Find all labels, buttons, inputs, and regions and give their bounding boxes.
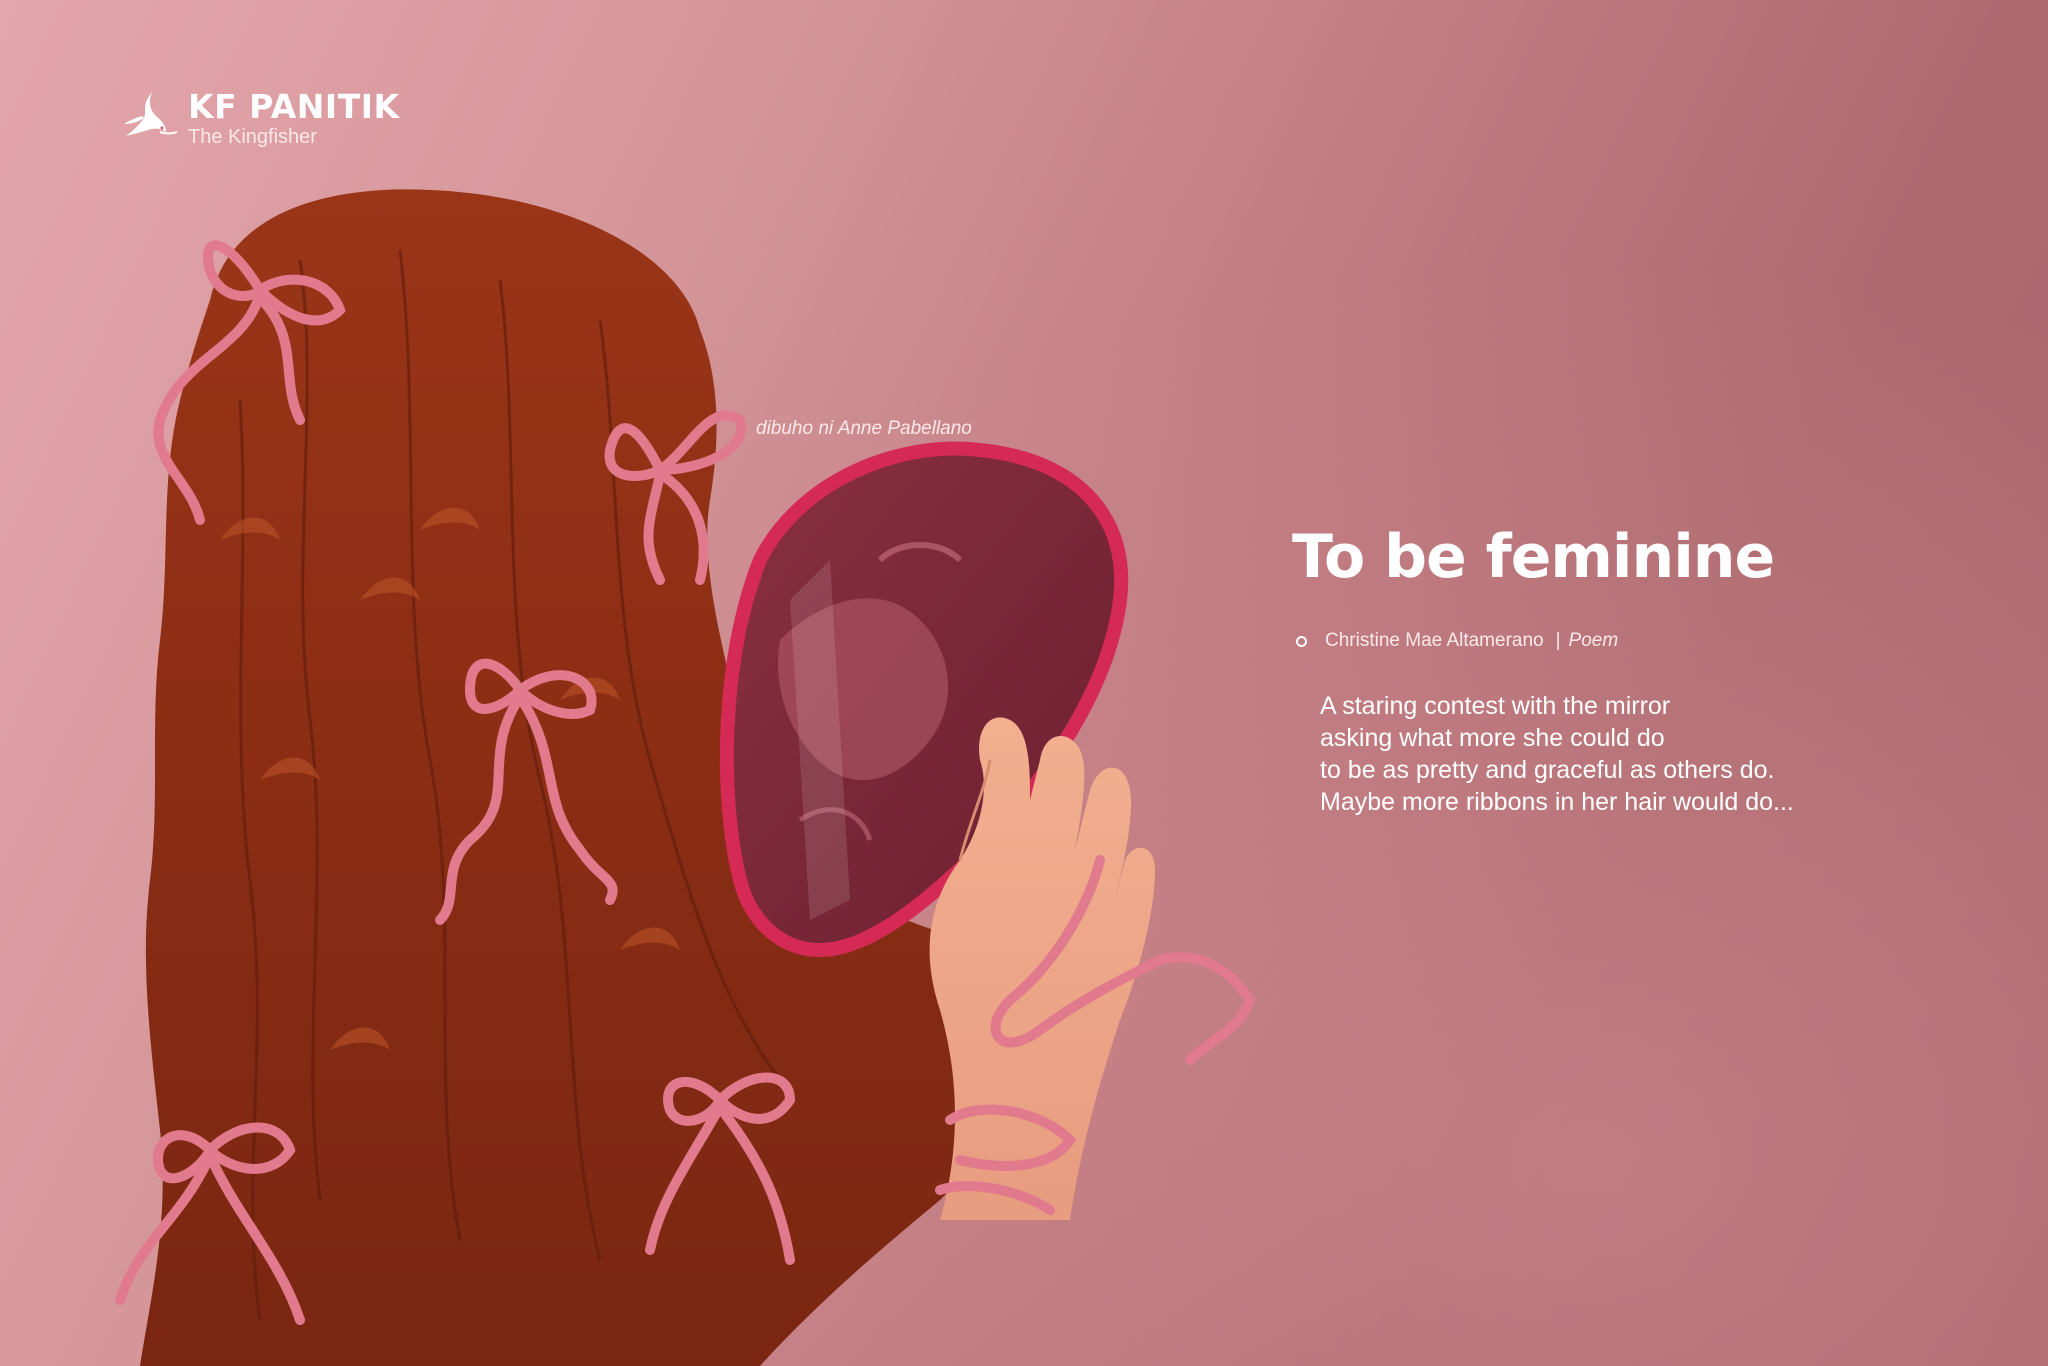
poem-line: A staring contest with the mirror: [1320, 692, 1671, 720]
meta-separator: |: [1555, 630, 1561, 651]
illustration: [115, 189, 1256, 1366]
article-author[interactable]: Christine Mae Altamerano: [1325, 630, 1544, 652]
poem-line: Maybe more ribbons in her hair would do.…: [1320, 788, 1794, 816]
article-title[interactable]: To be feminine: [1292, 522, 1775, 592]
illustration-credit: dibuho ni Anne Pabellano: [756, 418, 972, 439]
poem-excerpt: A staring contest with the mirror asking…: [1320, 690, 1794, 818]
poem-line: asking what more she could do: [1320, 724, 1665, 752]
article-meta: Christine Mae Altamerano | Poem: [1296, 630, 1618, 652]
poem-line: to be as pretty and graceful as others d…: [1320, 756, 1775, 784]
article-category[interactable]: Poem: [1569, 630, 1619, 652]
ring-bullet-icon: [1296, 635, 1307, 647]
